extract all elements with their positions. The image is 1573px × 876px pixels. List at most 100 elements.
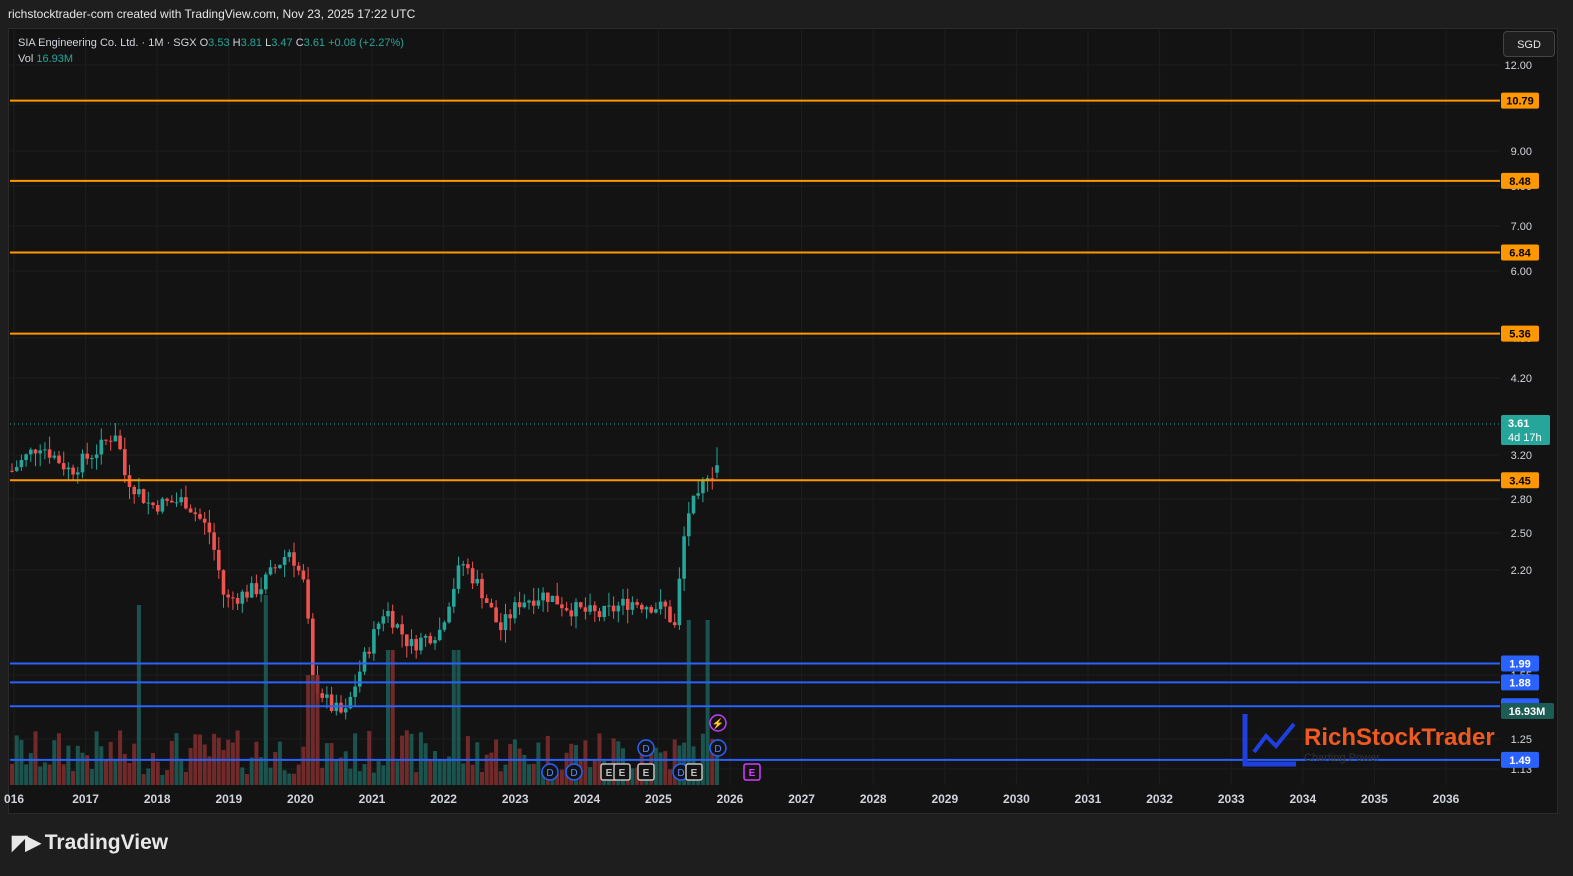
time-tick-label: 2034: [1289, 792, 1316, 806]
volume-bar: [155, 761, 160, 785]
price-tick-label: 4.20: [1511, 373, 1532, 385]
volume-bar: [94, 731, 99, 785]
candle-body: [630, 602, 635, 610]
chart-legend: SIA Engineering Co. Ltd. · 1M · SGX O3.5…: [18, 35, 404, 67]
candle-body: [484, 598, 489, 603]
candle-body: [503, 614, 508, 631]
volume-bar: [216, 737, 221, 785]
candle-body: [621, 598, 625, 606]
volume-bar: [169, 740, 174, 785]
volume-bar: [663, 751, 668, 785]
volume-bar: [428, 760, 433, 785]
candle-body: [715, 465, 719, 473]
volume-bar: [310, 675, 315, 785]
volume-bar: [113, 758, 118, 785]
candle-body: [475, 578, 480, 584]
candle-body: [325, 694, 329, 698]
candle-body: [395, 624, 400, 628]
candle-body: [588, 605, 592, 612]
volume-bar: [10, 764, 14, 785]
volume-bar: [188, 747, 193, 785]
candle-body: [33, 449, 38, 454]
candle-body: [362, 651, 367, 672]
candle-body: [663, 601, 668, 607]
tradingview-logo[interactable]: ◤▶ TradingView: [12, 830, 168, 855]
candle-body: [306, 579, 310, 619]
open-label: O: [199, 37, 209, 49]
volume-bar: [531, 763, 536, 785]
earnings-marker-label: E: [749, 768, 756, 779]
candle-body: [668, 606, 672, 623]
time-tick-label: 2026: [717, 792, 744, 806]
volume-bar: [343, 751, 348, 785]
volume-bar: [24, 764, 29, 785]
earnings-marker-label: E: [606, 768, 613, 779]
dividend-marker-label: D: [570, 768, 577, 779]
candle-body: [198, 514, 202, 519]
volume-bar: [263, 595, 268, 785]
candle-body: [578, 602, 583, 608]
candle-body: [207, 522, 212, 533]
volume-bar: [277, 741, 282, 785]
candle-body: [339, 702, 343, 713]
volume-badge-label: 16.93M: [1509, 706, 1546, 718]
candle-body: [546, 592, 550, 602]
currency-selector[interactable]: SGD: [1503, 31, 1555, 57]
candle-body: [423, 635, 428, 638]
volume-bar: [122, 753, 127, 785]
volume-bar: [395, 761, 400, 785]
volume-bar: [386, 650, 390, 785]
volume-bar: [28, 753, 33, 785]
candle-body: [226, 594, 230, 598]
volume-bar: [33, 731, 38, 785]
volume-bar: [461, 763, 466, 785]
volume-bar: [559, 769, 564, 785]
candle-body: [602, 605, 606, 618]
time-tick-label: 2024: [573, 792, 600, 806]
candle-body: [560, 604, 564, 609]
volume-bar: [367, 731, 372, 785]
support-level-label: 1.88: [1509, 677, 1530, 689]
volume-bar: [230, 742, 235, 785]
volume-bar: [292, 773, 296, 785]
split-marker-label: ⚡: [712, 717, 724, 730]
volume-bar: [503, 764, 508, 785]
volume-bar: [715, 753, 719, 785]
candle-body: [273, 567, 277, 569]
candle-body: [287, 552, 292, 558]
volume-bar: [47, 764, 52, 785]
candle-body: [658, 601, 663, 610]
candle-body: [710, 478, 715, 480]
candle-body: [682, 536, 686, 579]
candle-body: [419, 637, 423, 651]
watermark-tagline: Charting Power: [1304, 752, 1380, 764]
candle-body: [405, 634, 409, 647]
candle-body: [85, 453, 89, 459]
candle-body: [282, 557, 287, 565]
volume-bar: [235, 730, 240, 785]
candle-body: [550, 595, 555, 602]
candle-body: [480, 578, 484, 599]
volume-bar: [160, 774, 165, 785]
time-tick-label: 2031: [1075, 792, 1102, 806]
time-tick-label: 2032: [1146, 792, 1173, 806]
candle-body: [442, 622, 447, 630]
candle-body: [137, 489, 141, 495]
volume-label[interactable]: Vol: [18, 53, 33, 65]
volume-bar: [329, 743, 334, 785]
candle-body: [541, 592, 545, 601]
volume-bar: [414, 772, 419, 785]
candle-body: [672, 622, 677, 626]
candle-body: [696, 493, 700, 496]
time-tick-label: 2033: [1218, 792, 1245, 806]
volume-bar: [221, 750, 226, 785]
time-tick-label: 2028: [860, 792, 887, 806]
volume-bar: [151, 753, 155, 785]
candle-body: [522, 602, 527, 608]
candle-body: [104, 439, 108, 441]
symbol-title[interactable]: SIA Engineering Co. Ltd. · 1M · SGX: [18, 37, 197, 49]
earnings-marker-label: E: [619, 768, 626, 779]
candle-body: [240, 591, 245, 604]
candle-body: [437, 629, 442, 641]
volume-bar: [66, 745, 71, 785]
